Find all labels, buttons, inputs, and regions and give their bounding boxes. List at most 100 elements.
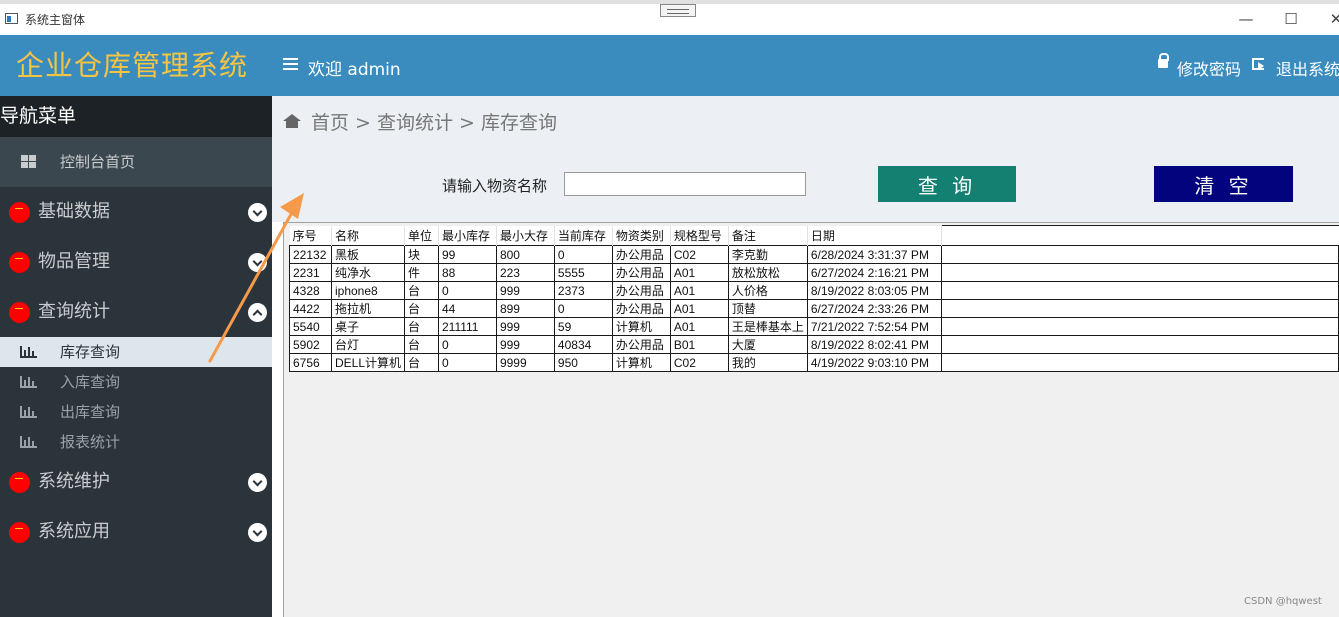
table-cell[interactable]: C02 (669, 353, 729, 372)
table-cell[interactable]: 950 (553, 353, 613, 372)
table-cell[interactable]: 顶替 (727, 299, 808, 318)
table-cell[interactable]: 899 (495, 299, 555, 318)
table-cell[interactable]: 台 (404, 317, 439, 336)
minimize-button[interactable]: — (1236, 10, 1256, 28)
table-cell[interactable]: A01 (669, 299, 729, 318)
table-cell[interactable]: 黑板 (330, 245, 406, 264)
table-cell[interactable]: 211111 (437, 317, 497, 336)
column-header[interactable]: 最小库存 (438, 225, 497, 246)
table-cell[interactable]: 99 (437, 245, 497, 264)
maximize-button[interactable]: ☐ (1281, 10, 1301, 28)
table-cell[interactable]: DELL计算机 (330, 353, 406, 372)
sidebar-group-item-management[interactable]: 物品管理 (0, 237, 272, 287)
table-cell[interactable]: 5540 (289, 317, 332, 336)
table-cell[interactable]: B01 (669, 335, 729, 354)
column-header[interactable]: 当前库存 (554, 225, 613, 246)
column-header[interactable]: 序号 (289, 225, 332, 246)
table-cell[interactable]: C02 (669, 245, 729, 264)
table-row[interactable]: 6756 DELL计算机台 0 9999 950 计算机 C02 我的 4/19/2022 9:… (289, 353, 1339, 372)
table-cell[interactable]: 纯净水 (330, 263, 406, 282)
table-cell[interactable]: 台 (404, 299, 439, 318)
sidebar-group-basic-data[interactable]: 基础数据 (0, 187, 272, 237)
table-cell[interactable]: 40834 (553, 335, 613, 354)
clear-button[interactable]: 清 空 (1154, 166, 1293, 202)
table-cell[interactable]: 44 (437, 299, 497, 318)
table-cell[interactable]: 王是棒基本上 (727, 317, 808, 336)
table-cell[interactable]: 59 (553, 317, 613, 336)
table-cell[interactable]: 4422 (289, 299, 332, 318)
chevron-down-icon[interactable] (248, 473, 267, 492)
table-cell[interactable]: 0 (437, 335, 497, 354)
table-row[interactable]: 4328 iphone8 台 0 999 2373 办公用品 A01 人价格 8/19/2022 … (289, 281, 1339, 300)
table-cell[interactable]: 9999 (495, 353, 555, 372)
table-cell[interactable]: 块 (404, 245, 439, 264)
table-cell[interactable]: 4328 (289, 281, 332, 300)
table-cell[interactable]: 88 (437, 263, 497, 282)
table-cell[interactable]: 办公用品 (611, 299, 671, 318)
query-button[interactable]: 查 询 (878, 166, 1016, 202)
table-cell[interactable]: 大厦 (727, 335, 808, 354)
table-cell[interactable]: 999 (495, 317, 555, 336)
table-cell[interactable]: 台 (404, 335, 439, 354)
table-cell[interactable]: 5555 (553, 263, 613, 282)
table-cell[interactable]: 999 (495, 335, 555, 354)
table-cell[interactable]: A01 (669, 263, 729, 282)
sidebar-group-query-stats[interactable]: 查询统计 (0, 287, 272, 337)
table-cell[interactable]: 办公用品 (611, 281, 671, 300)
table-cell[interactable]: 2373 (553, 281, 613, 300)
table-cell[interactable]: 8/19/2022 8:02:41 PM (806, 335, 942, 354)
chevron-up-icon[interactable] (248, 303, 267, 322)
table-cell[interactable]: 4/19/2022 9:03:10 PM (806, 353, 942, 372)
table-cell[interactable]: 台灯 (330, 335, 406, 354)
sidebar-item-dashboard[interactable]: 控制台首页 (0, 137, 272, 187)
sidebar-item-inbound-query[interactable]: 入库查询 (0, 367, 272, 397)
table-cell[interactable]: 办公用品 (611, 263, 671, 282)
table-cell[interactable]: 0 (437, 353, 497, 372)
table-cell[interactable]: 李克勤 (727, 245, 808, 264)
change-password-link[interactable]: 修改密码 (1177, 56, 1241, 80)
column-header[interactable]: 名称 (331, 225, 406, 246)
table-cell[interactable]: 2231 (289, 263, 332, 282)
chevron-down-icon[interactable] (248, 203, 267, 222)
table-cell[interactable]: 计算机 (611, 317, 671, 336)
window-grip-icon[interactable] (660, 4, 696, 17)
column-header[interactable]: 日期 (807, 225, 942, 246)
sidebar-group-system-apps[interactable]: 系统应用 (0, 507, 272, 557)
table-row[interactable]: 5540 桌子台 211111 999 59 计算机 A01 王是棒基本上 7/21/2022 … (289, 317, 1339, 336)
table-cell[interactable]: 0 (437, 281, 497, 300)
table-cell[interactable]: 办公用品 (611, 245, 671, 264)
table-cell[interactable]: 22132 (289, 245, 332, 264)
table-cell[interactable]: 800 (495, 245, 555, 264)
table-row[interactable]: 2231 纯净水件 88 223 5555 办公用品 A01 放松放松 6/27/2024 2:… (289, 263, 1339, 282)
table-cell[interactable]: 桌子 (330, 317, 406, 336)
table-cell[interactable]: 计算机 (611, 353, 671, 372)
table-cell[interactable]: 人价格 (727, 281, 808, 300)
column-header[interactable]: 备注 (728, 225, 808, 246)
table-cell[interactable]: 5902 (289, 335, 332, 354)
table-cell[interactable]: 0 (553, 299, 613, 318)
table-cell[interactable]: 6/27/2024 2:16:21 PM (806, 263, 942, 282)
sidebar-item-report-stats[interactable]: 报表统计 (0, 427, 272, 457)
sidebar-group-system-maintenance[interactable]: 系统维护 (0, 457, 272, 507)
table-row[interactable]: 4422 拖拉机台 44 899 0 办公用品 A01 顶替 6/27/2024 2:33:26… (289, 299, 1339, 318)
table-cell[interactable]: 223 (495, 263, 555, 282)
table-cell[interactable]: A01 (669, 317, 729, 336)
column-header[interactable]: 物资类别 (612, 225, 671, 246)
chevron-down-icon[interactable] (248, 253, 267, 272)
chevron-down-icon[interactable] (248, 523, 267, 542)
table-cell[interactable]: A01 (669, 281, 729, 300)
close-button[interactable]: ✕ (1326, 10, 1339, 28)
table-cell[interactable]: 7/21/2022 7:52:54 PM (806, 317, 942, 336)
table-row[interactable]: 22132 黑板块 99 800 0 办公用品 C02 李克勤 6/28/2024 3:31:3… (289, 245, 1339, 264)
table-cell[interactable]: 6/28/2024 3:31:37 PM (806, 245, 942, 264)
sidebar-item-inventory-query[interactable]: 库存查询 (0, 337, 272, 367)
table-cell[interactable]: 我的 (727, 353, 808, 372)
table-cell[interactable]: iphone8 (330, 281, 406, 300)
table-cell[interactable]: 件 (404, 263, 439, 282)
logout-link[interactable]: 退出系统 (1276, 56, 1339, 80)
table-cell[interactable]: 6756 (289, 353, 332, 372)
table-cell[interactable]: 放松放松 (727, 263, 808, 282)
sidebar-item-outbound-query[interactable]: 出库查询 (0, 397, 272, 427)
table-row[interactable]: 5902 台灯台 0 999 40834 办公用品 B01 大厦 8/19/2022 8:02:… (289, 335, 1339, 354)
menu-toggle-icon[interactable] (283, 58, 298, 70)
